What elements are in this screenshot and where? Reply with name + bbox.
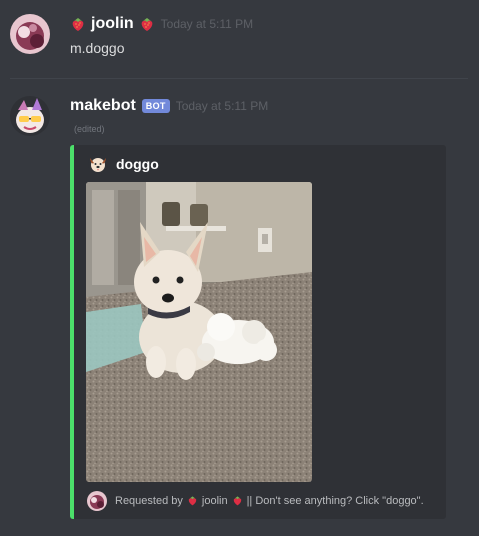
message-header: joolin Today at 5:11 PM bbox=[70, 14, 253, 34]
embed-author: doggo bbox=[88, 154, 159, 174]
puppy-photo[interactable] bbox=[86, 182, 312, 482]
username[interactable]: makebot bbox=[70, 97, 136, 115]
chat-page: joolin Today at 5:11 PM m.doggo makebot … bbox=[0, 0, 479, 536]
embed-footer: Requested by joolin || Don't see anything?… bbox=[87, 491, 424, 511]
strawberry-icon bbox=[232, 495, 243, 506]
timestamp[interactable]: Today at 5:11 PM bbox=[161, 17, 254, 31]
bot-avatar[interactable] bbox=[10, 96, 50, 136]
message-divider bbox=[10, 78, 468, 79]
message-content: m.doggo bbox=[70, 40, 125, 56]
footer-requested-by: Requested by bbox=[115, 495, 183, 507]
dog-face-icon bbox=[88, 154, 108, 174]
embed: doggo Requested by joolin || Don't see a… bbox=[70, 145, 446, 519]
edited-label: (edited) bbox=[74, 124, 105, 134]
message-joolin: joolin Today at 5:11 PM m.doggo bbox=[0, 0, 479, 78]
avatar bbox=[87, 491, 107, 511]
avatar[interactable] bbox=[10, 14, 50, 54]
message-header: makebot BOT Today at 5:11 PM bbox=[70, 96, 268, 116]
bot-tag: BOT bbox=[141, 99, 170, 113]
username[interactable]: joolin bbox=[91, 15, 134, 33]
embed-author-name[interactable]: doggo bbox=[116, 156, 159, 172]
footer-text: Requested by joolin || Don't see anything?… bbox=[115, 495, 424, 507]
footer-suffix: || Don't see anything? Click "doggo". bbox=[246, 495, 424, 507]
strawberry-icon bbox=[187, 495, 198, 506]
strawberry-icon bbox=[139, 16, 155, 32]
strawberry-icon bbox=[70, 16, 86, 32]
timestamp[interactable]: Today at 5:11 PM bbox=[176, 99, 269, 113]
footer-user: joolin bbox=[201, 495, 228, 507]
